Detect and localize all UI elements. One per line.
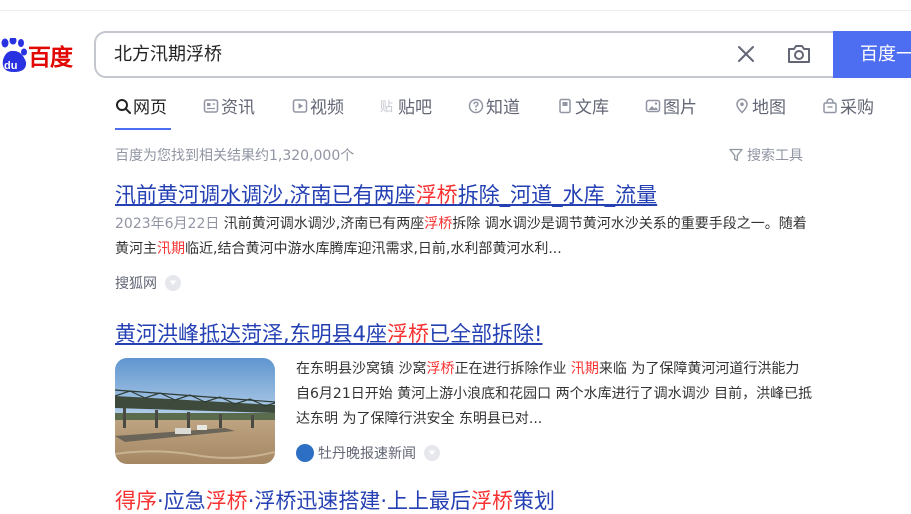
result-title[interactable]: 汛前黄河调水调沙,济南已有两座浮桥拆除_河道_水库_流量 — [115, 182, 657, 208]
tab-label: 采购 — [840, 98, 874, 118]
baidu-logo[interactable]: du 百度 — [0, 38, 80, 78]
result-count: 百度为您找到相关结果约1,320,000个 — [115, 148, 355, 164]
tab-label: 知道 — [486, 98, 520, 118]
search-tools-label: 搜索工具 — [747, 148, 803, 164]
tab-zhidao[interactable]: 知道 — [468, 96, 520, 120]
search-button[interactable]: 百度一 — [833, 31, 911, 78]
news-icon — [203, 99, 219, 113]
tab-shopping[interactable]: 采购 — [822, 96, 874, 120]
active-tab-indicator — [115, 128, 171, 130]
video-icon — [292, 99, 308, 113]
map-pin-icon — [736, 98, 748, 114]
paw-logo-icon: du — [1, 38, 27, 72]
result-thumbnail[interactable] — [115, 358, 275, 464]
source-name: 搜狐网 — [115, 276, 157, 292]
tab-label: 图片 — [663, 98, 697, 118]
camera-icon[interactable] — [786, 42, 812, 66]
svg-text:du: du — [4, 60, 17, 72]
filter-icon — [729, 148, 743, 162]
source-logo-icon — [296, 444, 314, 462]
chevron-down-icon[interactable] — [424, 445, 440, 461]
source-name: 牡丹晚报速新闻 — [318, 446, 416, 462]
image-icon — [645, 99, 661, 113]
search-input[interactable]: 北方汛期浮桥 — [114, 44, 222, 66]
search-tools[interactable]: 搜索工具 — [729, 147, 803, 165]
result-title[interactable]: 得序·应急浮桥·浮桥迅速搭建·上上最后浮桥策划 — [115, 488, 555, 514]
logo-text: 百度 — [28, 45, 73, 71]
document-icon — [559, 98, 571, 114]
clear-icon[interactable] — [734, 42, 758, 66]
tab-video[interactable]: 视频 — [292, 96, 344, 120]
tab-tieba[interactable]: 贴贴吧 — [380, 96, 432, 120]
tab-label: 视频 — [310, 98, 344, 118]
tab-web[interactable]: 网页 — [115, 96, 167, 120]
result-source[interactable]: 搜狐网 — [115, 275, 181, 293]
result-date: 2023年6月22日 — [115, 216, 220, 232]
search-icon — [116, 99, 131, 114]
result-source[interactable]: 牡丹晚报速新闻 — [296, 444, 440, 463]
result-title[interactable]: 黄河洪峰抵达菏泽,东明县4座浮桥已全部拆除! — [115, 321, 542, 347]
svg-text:贴: 贴 — [380, 100, 393, 114]
tab-label: 地图 — [752, 98, 786, 118]
tab-label: 资讯 — [221, 98, 255, 118]
tieba-icon: 贴 — [380, 100, 393, 114]
result-snippet: 2023年6月22日 汛前黄河调水调沙,济南已有两座浮桥拆除 调水调沙是调节黄河… — [115, 216, 807, 257]
tab-label: 贴吧 — [398, 98, 432, 118]
tab-label: 网页 — [133, 98, 167, 118]
shopping-bag-icon — [823, 98, 837, 114]
browser-top-edge — [0, 0, 911, 11]
search-box[interactable]: 北方汛期浮桥 — [94, 31, 834, 78]
question-icon — [468, 98, 484, 114]
tab-map[interactable]: 地图 — [734, 96, 786, 120]
tab-news[interactable]: 资讯 — [203, 96, 255, 120]
tab-images[interactable]: 图片 — [645, 96, 697, 120]
tab-label: 文库 — [575, 98, 609, 118]
tab-wenku[interactable]: 文库 — [557, 96, 609, 120]
bridge-image — [115, 358, 275, 464]
result-snippet: 在东明县沙窝镇 沙窝浮桥正在进行拆除作业 汛期来临 为了保障黄河河道行洪能力 自… — [296, 361, 813, 427]
chevron-down-icon[interactable] — [165, 275, 181, 291]
